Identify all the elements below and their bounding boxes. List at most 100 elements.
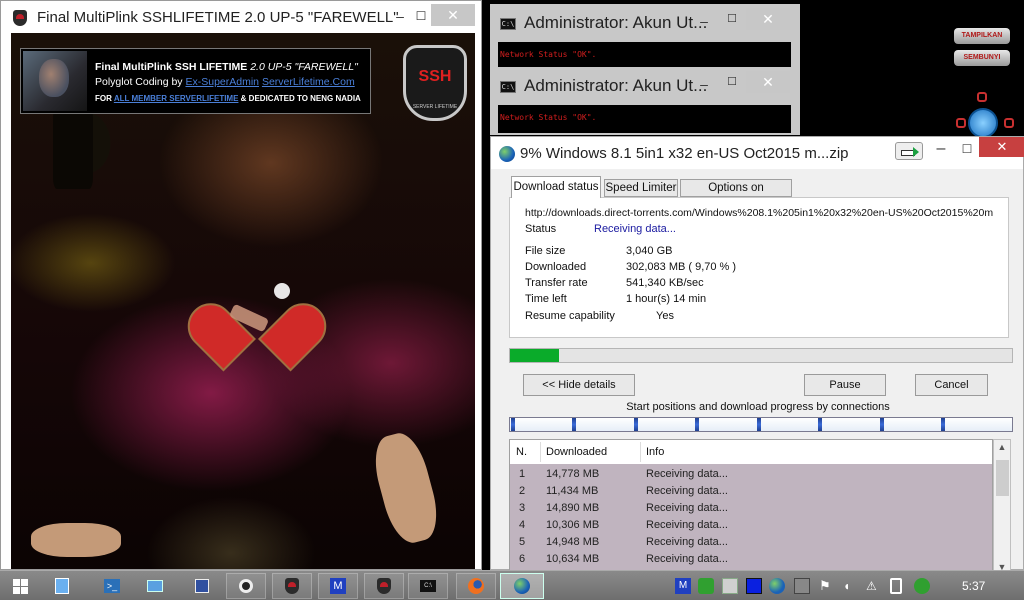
connection-info: Receiving data... [646, 502, 728, 514]
minimize-button[interactable]: – [694, 10, 714, 32]
shield-icon [285, 578, 299, 594]
close-button[interactable]: ✕ [746, 8, 790, 30]
show-button[interactable]: TAMPILKAN [954, 28, 1010, 44]
connection-row[interactable]: 3 14,890 MB Receiving data... [510, 500, 992, 517]
taskbar-app-cmd[interactable]: C:\ [408, 573, 448, 599]
close-button[interactable]: ✕ [979, 137, 1024, 157]
cancel-button[interactable]: Cancel [915, 374, 988, 396]
network-monitor-icon[interactable] [968, 108, 998, 138]
scroll-up-icon[interactable]: ▲ [994, 442, 1010, 452]
connection-marker [572, 418, 577, 431]
banner-title: Final MultiPlink SSH LIFETIME 2.0 UP-5 "… [95, 61, 358, 73]
close-button[interactable]: ✕ [746, 71, 790, 93]
explorer-icon[interactable] [135, 573, 175, 599]
tab-speed-limiter[interactable]: Speed Limiter [604, 179, 678, 197]
taskbar-app-obs[interactable] [226, 573, 266, 599]
list-scrollbar[interactable]: ▲ ▼ [993, 439, 1011, 575]
logo-subtext: SERVER LIFETIME [412, 104, 458, 110]
ex-superadmin-link[interactable]: Ex-SuperAdmin [185, 76, 259, 88]
cmd-icon: C:\ [500, 81, 516, 93]
connection-number: 5 [519, 536, 526, 548]
resume-capability-value: Yes [656, 310, 674, 322]
tray-blue-window-icon[interactable] [746, 578, 762, 594]
list-header: N. Downloaded Info [510, 440, 992, 464]
taskbar-app-firefox[interactable] [456, 573, 496, 599]
download-window: 9% Windows 8.1 5in1 x32 en-US Oct2015 m.… [490, 136, 1024, 575]
tray-check-window-icon[interactable] [722, 578, 738, 594]
taskbar-app-shield-2[interactable] [364, 573, 404, 599]
maximize-button[interactable]: ☐ [722, 71, 742, 93]
downloaded-value: 302,083 MB ( 9,70 % ) [626, 261, 737, 273]
wallpaper-image: Final MultiPlink SSH LIFETIME 2.0 UP-5 "… [11, 33, 475, 569]
server-manager-icon[interactable] [42, 573, 82, 599]
start-button[interactable] [0, 573, 40, 599]
connection-row[interactable]: 6 10,634 MB Receiving data... [510, 551, 992, 568]
serverlifetime-link[interactable]: ServerLifetime.Com [262, 76, 355, 88]
connection-downloaded: 10,306 MB [546, 519, 600, 531]
maximize-button[interactable]: ☐ [409, 5, 433, 27]
transfer-rate-label: Transfer rate [525, 277, 588, 289]
cmd-title: Administrator: Akun Ut... [524, 76, 708, 95]
maximize-button[interactable]: ☐ [722, 8, 742, 30]
connection-downloaded: 14,948 MB [546, 536, 600, 548]
clock[interactable]: 5:37 [962, 579, 985, 593]
tab-download-status[interactable]: Download status [511, 176, 601, 198]
hide-details-button[interactable]: << Hide details [523, 374, 635, 396]
idm-globe-icon [514, 578, 530, 594]
console-output: Network Status "OK". [498, 105, 791, 133]
battery-icon[interactable] [890, 578, 902, 594]
connection-marker [695, 418, 700, 431]
tab-options-on-completion[interactable]: Options on completion [680, 179, 792, 210]
safely-remove-icon[interactable] [914, 578, 930, 594]
network-node-icon [1004, 118, 1014, 128]
download-url: http://downloads.direct-torrents.com/Win… [525, 207, 994, 219]
maximize-button[interactable]: ☐ [953, 139, 981, 159]
close-button[interactable]: ✕ [431, 4, 475, 26]
title-bar[interactable]: 9% Windows 8.1 5in1 x32 en-US Oct2015 m.… [491, 137, 1024, 169]
all-member-link[interactable]: ALL MEMBER SERVERLIFETIME [114, 94, 239, 103]
connections-list[interactable]: N. Downloaded Info 1 14,778 MB Receiving d… [509, 439, 993, 575]
connection-row[interactable]: 2 11,434 MB Receiving data... [510, 483, 992, 500]
action-center-flag-icon[interactable]: ⚑ [819, 578, 835, 594]
hand-left [31, 523, 121, 557]
network-warning-icon[interactable]: ⚠ [866, 578, 882, 594]
scroll-thumb[interactable] [996, 460, 1009, 496]
header-downloaded[interactable]: Downloaded [546, 446, 607, 458]
hide-button[interactable]: SEMBUNYI [954, 50, 1010, 66]
credit-prefix: Polyglot Coding by [95, 76, 183, 88]
connection-row[interactable]: 5 14,948 MB Receiving data... [510, 534, 992, 551]
tray-m-icon[interactable]: M [675, 578, 691, 594]
file-size-label: File size [525, 245, 566, 257]
app-shield-icon [13, 10, 27, 26]
ssh-logo: SSH SERVER LIFETIME [403, 45, 467, 121]
tray-display-icon[interactable] [794, 578, 810, 594]
connection-marker [633, 418, 638, 431]
connection-number: 6 [519, 553, 526, 565]
tray-check-icon[interactable] [698, 578, 714, 594]
pause-button[interactable]: Pause [804, 374, 886, 396]
windows-logo-icon [12, 578, 28, 594]
network-node-icon [956, 118, 966, 128]
header-n[interactable]: N. [516, 446, 527, 458]
console-line: Network Status "OK". [500, 50, 597, 59]
taskbar-app-idm[interactable] [500, 573, 544, 599]
powershell-icon[interactable]: >_ [92, 573, 132, 599]
status-value: Receiving data... [594, 223, 676, 235]
send-to-tray-button[interactable] [895, 142, 923, 160]
banner-credit: Polyglot Coding by Ex-SuperAdmin ServerL… [95, 76, 355, 88]
multiplink-window: Final MultiPlink SSHLIFETIME 2.0 UP-5 "F… [0, 0, 482, 570]
header-info[interactable]: Info [646, 446, 664, 458]
broken-heart-icon [178, 275, 336, 372]
volume-icon[interactable]: ◖ [843, 578, 859, 594]
minimize-button[interactable]: – [927, 139, 955, 159]
connection-row[interactable]: 4 10,306 MB Receiving data... [510, 517, 992, 534]
taskbar-app-m[interactable]: M [318, 573, 358, 599]
cmd-window-2[interactable]: C:\ Administrator: Akun Ut... – ☐ ✕ Netw… [490, 67, 800, 135]
title-bar[interactable]: Final MultiPlink SSHLIFETIME 2.0 UP-5 "F… [1, 1, 481, 33]
connection-row[interactable]: 1 14,778 MB Receiving data... [510, 466, 992, 483]
taskbar-app-shield-1[interactable] [272, 573, 312, 599]
cmd-window-1[interactable]: C:\ Administrator: Akun Ut... – ☐ ✕ Netw… [490, 4, 800, 72]
tray-network-globe-icon[interactable] [769, 578, 785, 594]
minimize-button[interactable]: – [694, 73, 714, 95]
remote-desktop-icon[interactable] [182, 573, 222, 599]
